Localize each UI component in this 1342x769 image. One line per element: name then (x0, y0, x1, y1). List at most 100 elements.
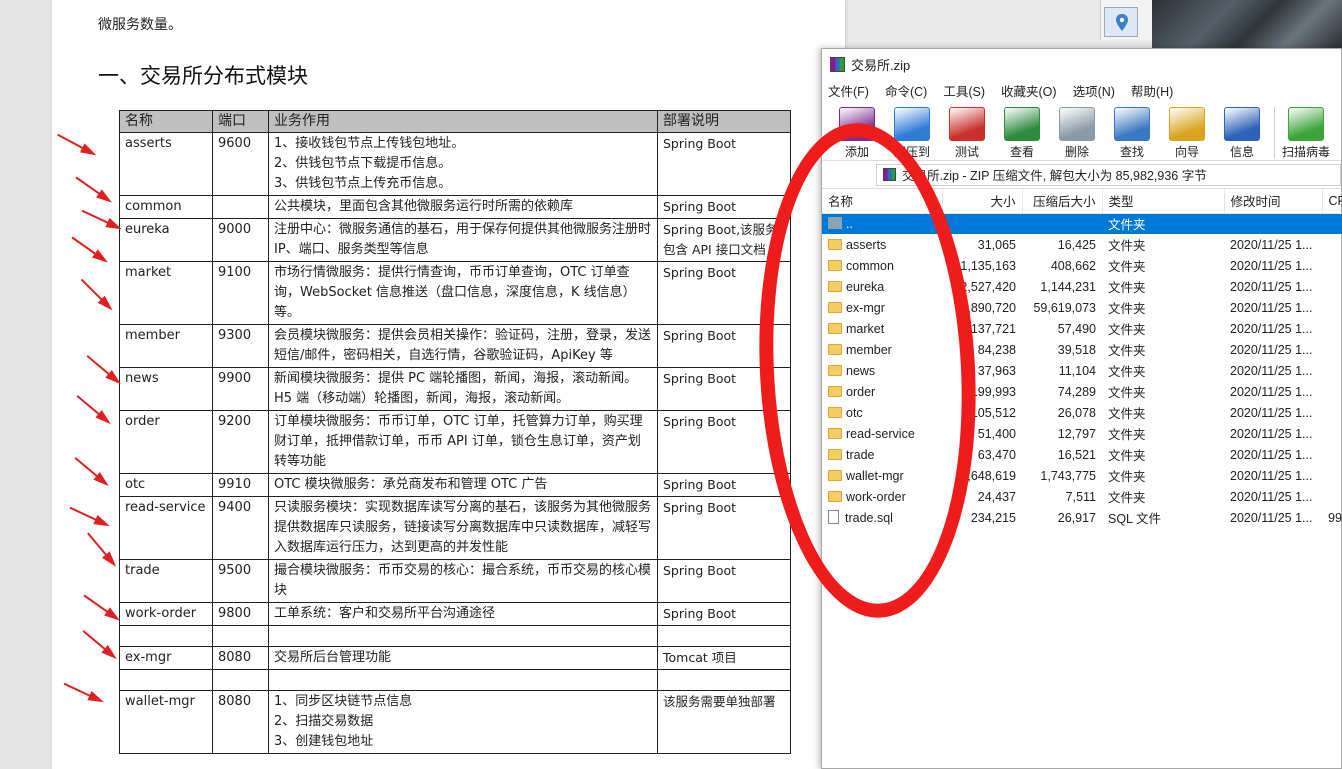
info-icon (1224, 107, 1260, 141)
module-port: 9600 (212, 132, 269, 196)
toolbar-button[interactable]: 查找 (1111, 107, 1153, 160)
toolbar-button-label: 信息 (1229, 145, 1254, 159)
toolbar-button[interactable]: 测试 (946, 107, 988, 160)
file-packed-size (1022, 213, 1102, 234)
toolbar-button-label: 向导 (1174, 145, 1199, 159)
module-description: OTC 模块微服务：承兑商发布和管理 OTC 广告 (268, 473, 658, 497)
file-modified: 2020/11/25 1... (1230, 363, 1313, 378)
toolbar-button-label: 查看 (1009, 145, 1034, 159)
file-crc (1322, 318, 1342, 339)
module-deploy: Spring Boot (657, 559, 791, 603)
table-header-row: 名称 端口 业务作用 部署说明 (119, 110, 791, 133)
toolbar-button-label: 查找 (1119, 145, 1144, 159)
file-type: 文件夹 (1108, 386, 1146, 400)
file-packed-size: 1,743,775 (1040, 468, 1096, 483)
file-packed-size: 74,289 (1057, 384, 1096, 399)
module-description: 注册中心：微服务通信的基石，用于保存何提供其他微服务注册时 IP、端口、服务类型… (268, 218, 658, 262)
column-crc[interactable]: CF (1322, 189, 1342, 214)
file-crc (1322, 276, 1342, 297)
toolbar-button[interactable]: 向导 (1166, 107, 1208, 160)
file-packed-size: 26,917 (1057, 510, 1096, 525)
file-modified: 2020/11/25 1... (1230, 342, 1313, 357)
module-port: 9000 (212, 218, 269, 262)
toolbar-button[interactable]: 删除 (1056, 107, 1098, 160)
toolbar-button[interactable]: 信息 (1221, 107, 1263, 160)
delete-icon (1059, 107, 1095, 141)
file-modified (1224, 213, 1322, 234)
module-port (212, 195, 269, 219)
file-modified: 2020/11/25 1... (1230, 489, 1313, 504)
module-name: market (119, 261, 213, 325)
column-modified[interactable]: 修改时间 (1224, 189, 1323, 214)
module-port: 9800 (212, 602, 269, 626)
module-description: 1、同步区块链节点信息 2、扫描交易数据 3、创建钱包地址 (268, 690, 658, 754)
file-crc (1322, 402, 1342, 423)
menu-favorites[interactable]: 收藏夹(O) (1001, 81, 1057, 100)
file-modified: 2020/11/25 1... (1230, 279, 1313, 294)
view-icon (1004, 107, 1040, 141)
module-description: 订单模块微服务：币币订单，OTC 订单，托管算力订单，购买理财订单，抵押借款订单… (268, 410, 658, 474)
column-size[interactable]: 大小 (942, 189, 1023, 214)
document-page: 微服务数量。 一、交易所分布式模块 名称 端口 业务作用 部署说明 assert… (52, 0, 845, 769)
file-crc (1322, 486, 1342, 507)
menu-help[interactable]: 帮助(H) (1131, 81, 1173, 100)
file-type: 文件夹 (1108, 281, 1146, 295)
file-type: 文件夹 (1108, 407, 1146, 421)
table-row: order 9200 订单模块微服务：币币订单，OTC 订单，托管算力订单，购买理财… (119, 410, 791, 474)
table-row: wallet-mgr 8080 1、同步区块链节点信息 2、扫描交易数据 3、创建钱… (119, 690, 791, 754)
menu-command[interactable]: 命令(C) (885, 81, 927, 100)
file-type: 文件夹 (1108, 323, 1146, 337)
file-packed-size: 59,619,073 (1033, 300, 1096, 315)
module-name: order (119, 410, 213, 474)
module-port: 8080 (212, 646, 269, 670)
file-modified: 2020/11/25 1... (1230, 384, 1313, 399)
location-pin-icon[interactable] (1104, 7, 1138, 37)
module-port: 9100 (212, 261, 269, 325)
module-name: eureka (119, 218, 213, 262)
desktop-wallpaper (1152, 0, 1342, 48)
toolbar-button[interactable]: 查看 (1001, 107, 1043, 160)
file-type: 文件夹 (1108, 365, 1146, 379)
file-modified: 2020/11/25 1... (1230, 447, 1313, 462)
table-row: member 9300 会员模块微服务：提供会员相关操作：验证码，注册，登录，发送短… (119, 324, 791, 368)
column-type[interactable]: 类型 (1102, 189, 1225, 214)
module-port (212, 625, 269, 647)
menu-file[interactable]: 文件(F) (828, 81, 869, 100)
module-deploy: Spring Boot (657, 473, 791, 497)
table-row: eureka 9000 注册中心：微服务通信的基石，用于保存何提供其他微服务注册时 … (119, 218, 791, 262)
module-description: 1、接收钱包节点上传钱包地址。 2、供钱包节点下载提币信息。 3、供钱包节点上传… (268, 132, 658, 196)
module-description: 市场行情微服务：提供行情查询，币币订单查询，OTC 订单查询，WebSocket… (268, 261, 658, 325)
extract-icon (894, 107, 930, 141)
table-row: trade 9500 撮合模块微服务：币币交易的核心：撮合系统，币币交易的核心模块 S… (119, 559, 791, 603)
module-deploy: 该服务需要单独部署 (657, 690, 791, 754)
menu-options[interactable]: 选项(N) (1073, 81, 1115, 100)
module-deploy: Tomcat 项目 (657, 646, 791, 670)
window-title-bar[interactable]: 交易所.zip (822, 49, 1341, 79)
table-row: work-order 9800 工单系统：客户和交易所平台沟通途径 Spring Bo… (119, 602, 791, 626)
virus-scan-icon (1288, 107, 1324, 141)
file-type: 文件夹 (1102, 213, 1224, 234)
table-row: asserts 9600 1、接收钱包节点上传钱包地址。 2、供钱包节点下载提币信息… (119, 132, 791, 196)
file-type: 文件夹 (1108, 302, 1146, 316)
file-crc (1322, 255, 1342, 276)
menu-tools[interactable]: 工具(S) (943, 81, 985, 100)
table-row: otc 9910 OTC 模块微服务：承兑商发布和管理 OTC 广告 Spring B… (119, 473, 791, 497)
module-port: 9300 (212, 324, 269, 368)
file-modified: 2020/11/25 1... (1230, 426, 1313, 441)
module-deploy: Spring Boot (657, 602, 791, 626)
module-name: wallet-mgr (119, 690, 213, 754)
column-packed[interactable]: 压缩后大小 (1022, 189, 1103, 214)
file-modified: 2020/11/25 1... (1230, 468, 1313, 483)
toolbar-button[interactable]: 扫描病毒 (1282, 107, 1330, 160)
module-port: 9900 (212, 367, 269, 411)
module-name (119, 625, 213, 647)
modules-table: 名称 端口 业务作用 部署说明 asserts 9600 1、接收钱包节点上传钱包地… (119, 110, 791, 754)
file-modified: 2020/11/25 1... (1230, 300, 1313, 315)
table-row: read-service 9400 只读服务模块：实现数据库读写分离的基石，该服务为… (119, 496, 791, 560)
module-description: 会员模块微服务：提供会员相关操作：验证码，注册，登录，发送短信/邮件，密码相关，… (268, 324, 658, 368)
archive-path-field[interactable]: 交易所.zip - ZIP 压缩文件, 解包大小为 85,982,936 字节 (876, 163, 1341, 186)
file-crc (1322, 297, 1342, 318)
module-name: news (119, 367, 213, 411)
module-name: read-service (119, 496, 213, 560)
module-deploy (657, 625, 791, 647)
